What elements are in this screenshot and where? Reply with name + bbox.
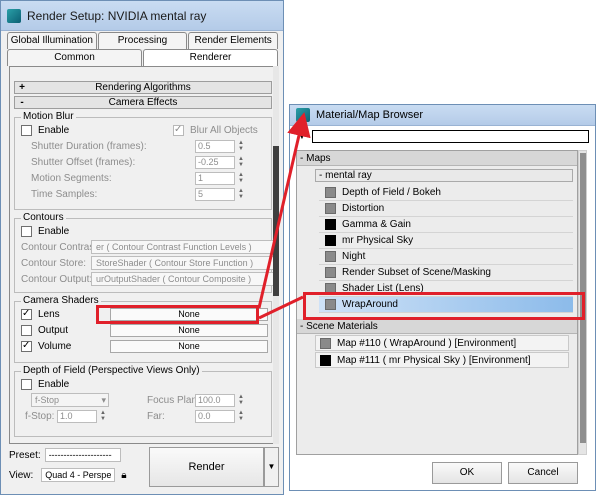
annotation-arrow-icon (257, 112, 311, 320)
